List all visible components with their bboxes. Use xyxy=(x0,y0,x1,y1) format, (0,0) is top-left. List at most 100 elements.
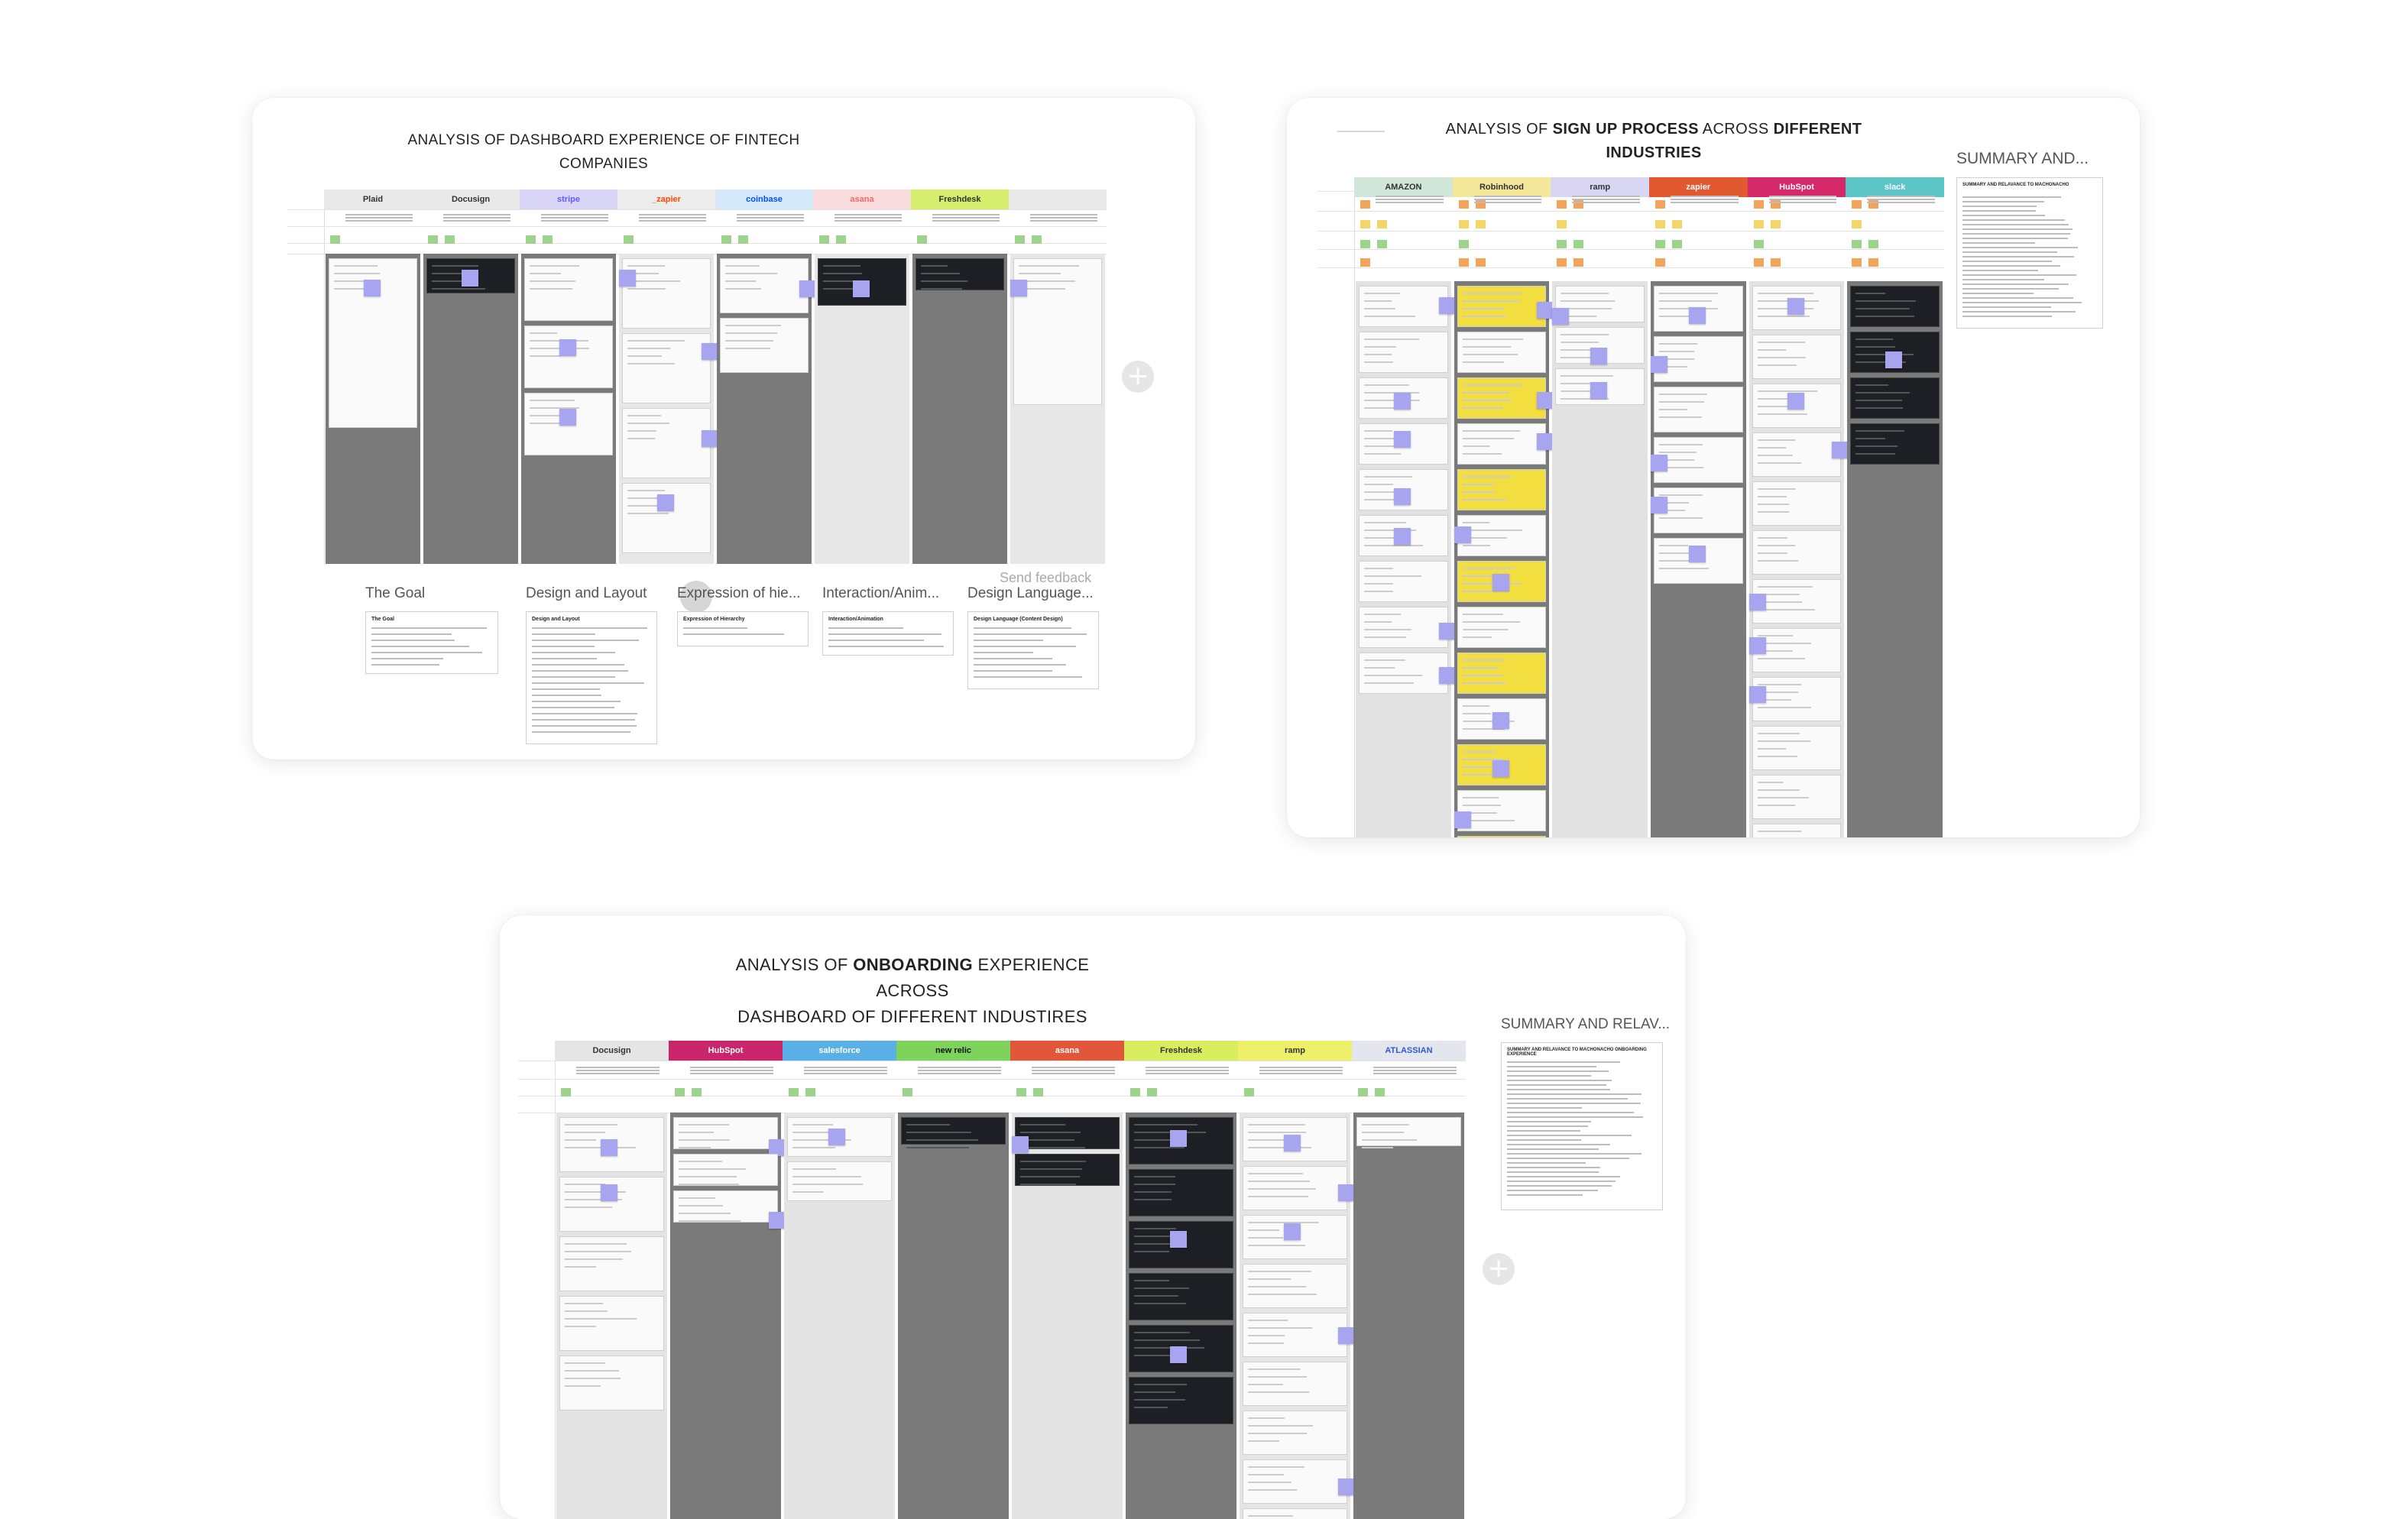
annotation-sticky[interactable] xyxy=(1492,573,1509,591)
screenshot-thumbnail[interactable] xyxy=(1243,1508,1347,1519)
screenshot-thumbnail[interactable] xyxy=(1359,286,1448,327)
note-sticky[interactable] xyxy=(1852,200,1862,209)
screenshot-thumbnail[interactable] xyxy=(1752,775,1842,819)
screenshot-thumbnail[interactable] xyxy=(1015,1154,1120,1186)
note-sticky[interactable] xyxy=(1032,235,1042,244)
note-sticky[interactable] xyxy=(1458,200,1469,209)
note-sticky[interactable] xyxy=(903,1088,912,1096)
screenshot-thumbnail[interactable] xyxy=(673,1117,778,1149)
note-sticky[interactable] xyxy=(1753,200,1764,209)
note-sticky[interactable] xyxy=(1016,1088,1026,1096)
note-sticky[interactable] xyxy=(805,1088,815,1096)
note-sticky[interactable] xyxy=(1458,220,1469,228)
screenshot-thumbnail[interactable] xyxy=(1752,335,1842,379)
annotation-sticky[interactable] xyxy=(363,279,381,296)
note-sticky[interactable] xyxy=(1868,258,1879,267)
note-sticky[interactable] xyxy=(917,235,927,244)
note-sticky[interactable] xyxy=(1377,220,1387,228)
screenshot-thumbnail[interactable] xyxy=(1243,1459,1347,1504)
annotation-sticky[interactable] xyxy=(1454,526,1471,543)
note-sticky[interactable] xyxy=(1573,258,1584,267)
screenshot-thumbnail[interactable] xyxy=(1243,1313,1347,1357)
screenshot-thumbnail[interactable] xyxy=(1243,1362,1347,1406)
note-sticky[interactable] xyxy=(1557,240,1567,248)
screenshot-thumbnail[interactable] xyxy=(1129,1169,1233,1216)
screenshot-thumbnail[interactable] xyxy=(559,1296,664,1351)
annotation-sticky[interactable] xyxy=(601,1184,617,1202)
annotation-sticky[interactable] xyxy=(1552,308,1570,326)
screenshot-thumbnail[interactable] xyxy=(673,1190,778,1223)
note-sticky[interactable] xyxy=(561,1088,571,1096)
annotation-sticky[interactable] xyxy=(852,280,870,298)
annotation-sticky[interactable] xyxy=(656,494,674,512)
screenshot-thumbnail[interactable] xyxy=(787,1161,892,1201)
note-sticky[interactable] xyxy=(675,1088,685,1096)
screenshot-thumbnail[interactable] xyxy=(524,326,613,388)
screenshot-thumbnail[interactable] xyxy=(1850,423,1940,465)
screenshot-thumbnail[interactable] xyxy=(1752,824,1842,837)
annotation-sticky[interactable] xyxy=(1393,431,1411,449)
screenshot-thumbnail[interactable] xyxy=(1752,432,1842,477)
note-sticky[interactable] xyxy=(1557,258,1567,267)
screenshot-thumbnail[interactable] xyxy=(1457,836,1547,837)
screenshot-thumbnail[interactable] xyxy=(1129,1273,1233,1320)
note-sticky[interactable] xyxy=(1655,240,1665,248)
annotation-sticky[interactable] xyxy=(1393,392,1411,410)
annotation-sticky[interactable] xyxy=(1688,306,1706,324)
screenshot-thumbnail[interactable] xyxy=(1457,377,1547,419)
screenshot-thumbnail[interactable] xyxy=(1457,469,1547,510)
note-sticky[interactable] xyxy=(1852,240,1862,248)
annotation-sticky[interactable] xyxy=(1748,637,1766,655)
plus-icon[interactable]: + xyxy=(1483,1253,1515,1285)
screenshot-thumbnail[interactable] xyxy=(1850,286,1940,327)
note-sticky[interactable] xyxy=(1655,200,1665,209)
screenshot-thumbnail[interactable] xyxy=(1129,1377,1233,1424)
annotation-sticky[interactable] xyxy=(619,269,636,287)
annotation-sticky[interactable] xyxy=(1170,1130,1187,1148)
dashboard-analysis-board[interactable]: ANALYSIS OF DASHBOARD EXPERIENCE OF FINT… xyxy=(252,98,1195,760)
screenshot-thumbnail[interactable] xyxy=(1359,332,1448,373)
note-sticky[interactable] xyxy=(1852,258,1862,267)
annotation-sticky[interactable] xyxy=(461,269,478,287)
note-sticky[interactable] xyxy=(1655,258,1665,267)
annotation-sticky[interactable] xyxy=(1748,686,1766,704)
screenshot-thumbnail[interactable] xyxy=(673,1154,778,1186)
screenshot-thumbnail[interactable] xyxy=(559,1236,664,1291)
screenshot-thumbnail[interactable] xyxy=(524,258,613,321)
screenshot-thumbnail[interactable] xyxy=(916,258,1004,290)
note-sticky[interactable] xyxy=(1130,1088,1140,1096)
note-sticky[interactable] xyxy=(1244,1088,1254,1096)
annotation-sticky[interactable] xyxy=(1885,351,1903,368)
annotation-sticky[interactable] xyxy=(1590,347,1608,364)
note-sticky[interactable] xyxy=(1557,220,1567,228)
screenshot-thumbnail[interactable] xyxy=(720,258,809,313)
screenshot-thumbnail[interactable] xyxy=(1654,387,1743,432)
screenshot-thumbnail[interactable] xyxy=(720,318,809,373)
note-sticky[interactable] xyxy=(738,235,748,244)
send-feedback-link[interactable]: Send feedback xyxy=(1000,570,1091,586)
note-sticky[interactable] xyxy=(1655,220,1665,228)
annotation-sticky[interactable] xyxy=(1748,594,1766,611)
note-sticky[interactable] xyxy=(1360,240,1370,248)
screenshot-thumbnail[interactable] xyxy=(1359,607,1448,648)
note-sticky[interactable] xyxy=(1375,1088,1385,1096)
annotation-sticky[interactable] xyxy=(1688,546,1706,563)
note-sticky[interactable] xyxy=(1753,240,1764,248)
note-sticky[interactable] xyxy=(330,235,340,244)
note-sticky[interactable] xyxy=(1147,1088,1157,1096)
annotation-sticky[interactable] xyxy=(1590,381,1608,399)
screenshot-thumbnail[interactable] xyxy=(622,333,711,403)
note-sticky[interactable] xyxy=(1770,220,1781,228)
note-sticky[interactable] xyxy=(1475,220,1486,228)
signup-analysis-board[interactable]: ANALYSIS OF SIGN UP PROCESS ACROSS DIFFE… xyxy=(1287,98,2140,837)
note-sticky[interactable] xyxy=(526,235,536,244)
note-sticky[interactable] xyxy=(1573,240,1584,248)
screenshot-thumbnail[interactable] xyxy=(1243,1410,1347,1455)
annotation-sticky[interactable] xyxy=(1393,528,1411,546)
note-sticky[interactable] xyxy=(1458,258,1469,267)
note-sticky[interactable] xyxy=(1358,1088,1368,1096)
note-sticky[interactable] xyxy=(1770,258,1781,267)
note-sticky[interactable] xyxy=(1377,240,1387,248)
plus-icon[interactable]: + xyxy=(1122,361,1154,393)
screenshot-thumbnail[interactable] xyxy=(1457,286,1547,327)
